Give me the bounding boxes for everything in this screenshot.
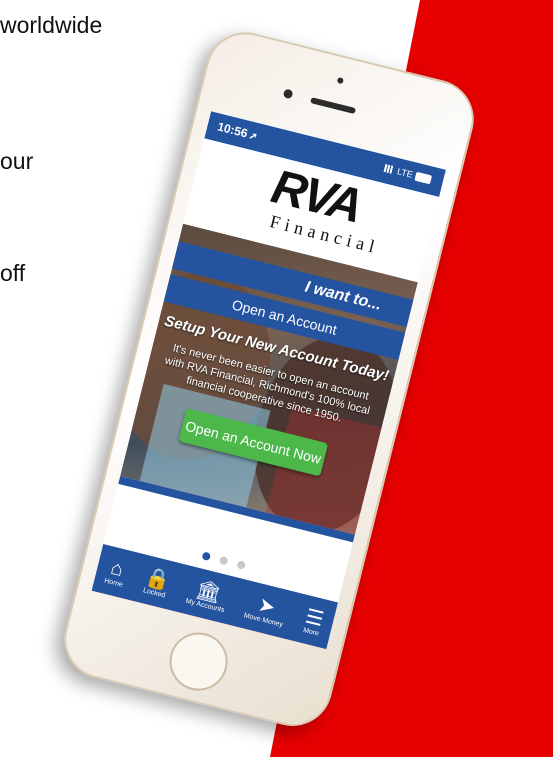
carousel-dot-1[interactable]: [200, 551, 211, 562]
side-text-off: off: [0, 260, 26, 286]
status-time: 10:56: [215, 119, 250, 141]
side-text-worldwide: worldwide: [0, 12, 103, 38]
tab-home[interactable]: ⌂ Home: [104, 556, 129, 588]
carousel-dot-3[interactable]: [236, 560, 247, 570]
location-arrow-icon: ➚: [247, 130, 259, 144]
status-time-wrap: 10:56➚: [216, 119, 259, 143]
home-icon: ⌂: [108, 556, 126, 581]
network-indicator: LTE: [383, 163, 433, 184]
signal-icon: [383, 164, 396, 175]
tab-my-accounts[interactable]: 🏛 My Accounts: [185, 576, 231, 614]
side-text-our: our: [0, 148, 34, 174]
tab-more[interactable]: ☰ More: [302, 605, 325, 637]
battery-icon: [414, 171, 433, 184]
front-camera: [282, 88, 294, 100]
home-button[interactable]: [163, 626, 234, 697]
carousel-dot-2[interactable]: [218, 555, 229, 566]
front-sensor: [336, 76, 344, 85]
tab-move-money[interactable]: ➤ Move Money: [243, 590, 289, 628]
tab-locked[interactable]: 🔒 Locked: [141, 565, 172, 599]
earpiece-speaker: [310, 97, 357, 115]
network-label: LTE: [396, 166, 414, 180]
